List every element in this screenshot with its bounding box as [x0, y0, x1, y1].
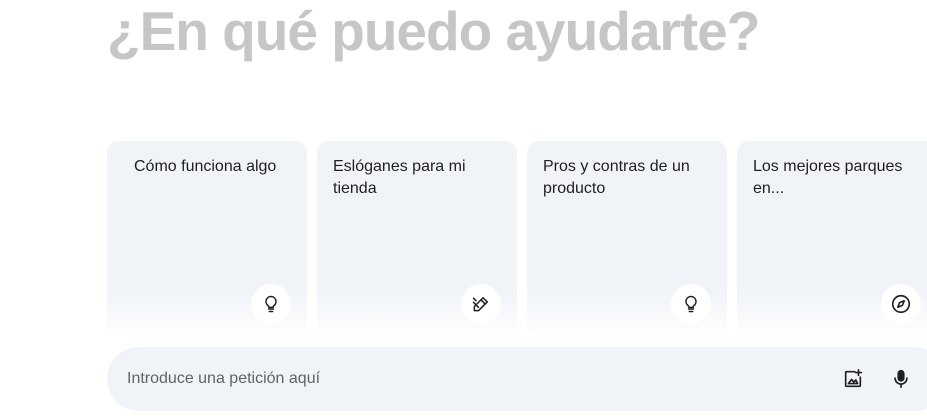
- page: ¿En qué puedo ayudarte? Cómo funciona al…: [0, 0, 927, 416]
- suggestion-cards: Cómo funciona algo Eslóganes para mi tie…: [107, 141, 927, 339]
- suggestion-card-label: Los mejores parques en...: [753, 158, 903, 197]
- greeting-heading: ¿En qué puedo ayudarte?: [107, 0, 760, 62]
- lightbulb-icon: [251, 284, 291, 324]
- edit-sparkle-icon: [461, 284, 501, 324]
- add-image-icon[interactable]: [833, 359, 873, 399]
- prompt-input[interactable]: [127, 367, 807, 391]
- suggestion-card-how-it-works[interactable]: Cómo funciona algo: [107, 141, 307, 339]
- microphone-icon[interactable]: [881, 359, 921, 399]
- compass-icon: [881, 284, 921, 324]
- suggestion-card-slogans[interactable]: Eslóganes para mi tienda: [317, 141, 517, 339]
- prompt-bar: [107, 347, 927, 411]
- suggestion-card-pros-cons[interactable]: Pros y contras de un producto: [527, 141, 727, 339]
- suggestion-card-label: Pros y contras de un producto: [543, 158, 690, 197]
- lightbulb-icon: [671, 284, 711, 324]
- suggestion-card-label: Cómo funciona algo: [134, 158, 277, 175]
- suggestion-card-parks[interactable]: Los mejores parques en...: [737, 141, 927, 339]
- suggestion-card-label: Eslóganes para mi tienda: [333, 158, 466, 197]
